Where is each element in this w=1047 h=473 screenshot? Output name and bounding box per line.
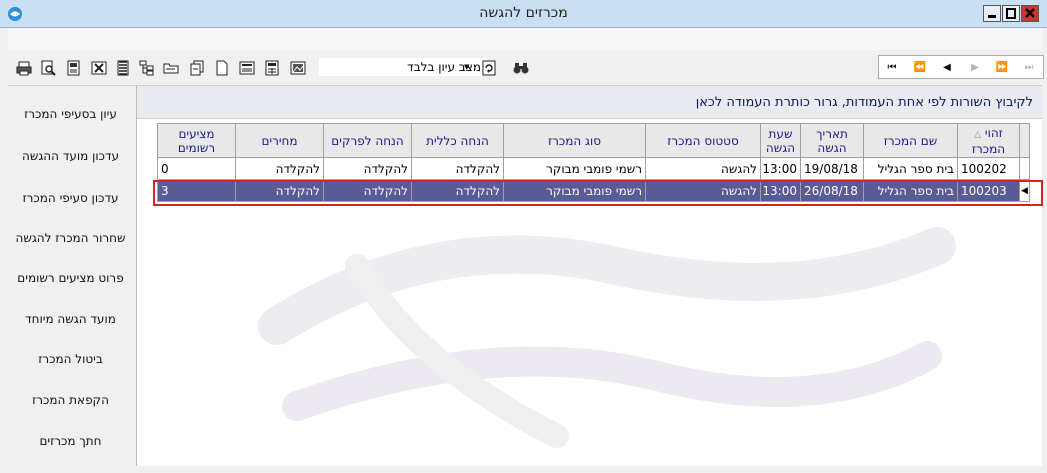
group-by-panel[interactable]: לקיבוץ השורות לפי אחת העמודות, גרור כותר… <box>137 86 1043 119</box>
update-submission-date-button[interactable]: עדכון מועד ההגשה <box>8 136 133 176</box>
row-selector[interactable]: ◀ <box>1019 179 1030 202</box>
title-bar: מכרזים להגשה <box>0 0 1047 28</box>
cell-registered-bidders: 0 <box>157 157 236 180</box>
cell-prices: להקלדה <box>235 157 324 180</box>
cell-submission-date: 26/08/18 <box>800 179 864 202</box>
refresh-icon[interactable] <box>481 60 497 76</box>
columns-icon[interactable] <box>115 60 131 76</box>
cell-tender-id: 100203 <box>957 179 1020 202</box>
column-header-prices[interactable]: מחירים <box>235 123 324 158</box>
window-title: מכרזים להגשה <box>479 5 568 21</box>
tenders-table: זהוי △ המכרז שם המכרז תאריך הגשה שעת הגשה ס… <box>157 123 1030 202</box>
column-header-tender-status[interactable]: סטטוס המכרז <box>645 123 761 158</box>
cell-registered-bidders: 3 <box>157 179 236 202</box>
column-header-tender-name[interactable]: שם המכרז <box>863 123 958 158</box>
action-sidebar: עיון בסעיפי המכרז עדכון מועד ההגשה עדכון… <box>8 86 135 466</box>
record-navigator: ⏮ ⏪ ◀ ▶ ⏩ ⏭ <box>878 55 1044 79</box>
cell-submission-time: 13:00 <box>760 179 801 202</box>
column-header-tender-id[interactable]: זהוי △ המכרז <box>957 123 1020 158</box>
cell-tender-name: בית ספר הגליל <box>863 157 958 180</box>
column-header-chapter-discount[interactable]: הנחה לפרקים <box>323 123 412 158</box>
cell-chapter-discount: להקלדה <box>323 179 412 202</box>
new-document-icon[interactable] <box>214 60 230 76</box>
maximize-button[interactable] <box>1002 5 1020 22</box>
excel-icon[interactable] <box>91 60 107 76</box>
cell-tender-status: להגשה <box>645 157 761 180</box>
cell-tender-type: רשמי פומבי מבוקר <box>503 179 646 202</box>
tree-icon[interactable] <box>139 60 155 76</box>
tender-cut-button[interactable]: חתך מכרזים <box>8 421 133 461</box>
update-tender-items-button[interactable]: עדכון סעיפי המכרז <box>8 178 133 218</box>
first-record-icon[interactable]: ⏮ <box>882 59 902 76</box>
table-header-row: זהוי △ המכרז שם המכרז תאריך הגשה שעת הגשה ס… <box>157 123 1030 158</box>
column-header-tender-type[interactable]: סוג המכרז <box>503 123 646 158</box>
toolbar: מצב עיון בלבד ▼ ⏮ ⏪ ◀ ▶ ⏩ ⏭ <box>8 50 1044 86</box>
cell-tender-id: 100202 <box>957 157 1020 180</box>
registered-bidders-button[interactable]: פרוט מציעים רשומים <box>8 258 133 298</box>
print-preview-icon[interactable] <box>40 60 56 76</box>
image-icon[interactable] <box>290 60 306 76</box>
menu-bar <box>8 28 1042 50</box>
cell-submission-date: 19/08/18 <box>800 157 864 180</box>
previous-page-icon[interactable]: ⏪ <box>910 59 930 76</box>
group-by-hint: לקיבוץ השורות לפי אחת העמודות, גרור כותר… <box>695 95 1033 110</box>
column-header-registered-bidders[interactable]: מציעים רשומים <box>157 123 236 158</box>
column-header-general-discount[interactable]: הנחה כללית <box>411 123 504 158</box>
cell-prices: להקלדה <box>235 179 324 202</box>
chevron-down-icon[interactable]: ▼ <box>464 63 469 71</box>
copy-icon[interactable] <box>189 60 205 76</box>
cell-general-discount: להקלדה <box>411 179 504 202</box>
cell-chapter-discount: להקלדה <box>323 157 412 180</box>
folder-icon[interactable] <box>163 60 179 76</box>
cell-general-discount: להקלדה <box>411 157 504 180</box>
browse-tender-items-button[interactable]: עיון בסעיפי המכרז <box>8 94 133 134</box>
previous-record-icon[interactable]: ◀ <box>937 59 957 76</box>
cell-tender-status: להגשה <box>645 179 761 202</box>
calculator-icon[interactable] <box>264 60 280 76</box>
binoculars-icon[interactable] <box>513 60 529 76</box>
row-selector-header <box>1019 123 1030 158</box>
table-row[interactable]: 100202 בית ספר הגליל 19/08/18 13:00 להגש… <box>157 157 1030 180</box>
background-logo-icon <box>258 227 956 448</box>
release-tender-button[interactable]: שחרור המכרז להגשה <box>8 218 133 258</box>
freeze-tender-button[interactable]: הקפאת המכרז <box>8 380 133 420</box>
minimize-button[interactable] <box>983 5 1001 22</box>
cell-tender-name: בית ספר הגליל <box>863 179 958 202</box>
cell-submission-time: 13:00 <box>760 157 801 180</box>
form-icon[interactable] <box>239 60 255 76</box>
row-selector[interactable] <box>1019 157 1030 180</box>
table-row[interactable]: ◀ 100203 בית ספר הגליל 26/08/18 13:00 לה… <box>157 179 1030 202</box>
close-button[interactable] <box>1021 5 1039 22</box>
next-record-icon[interactable]: ▶ <box>965 59 985 76</box>
grid-area: לקיבוץ השורות לפי אחת העמודות, גרור כותר… <box>136 86 1043 466</box>
column-header-submission-date[interactable]: תאריך הגשה <box>800 123 864 158</box>
print-icon[interactable] <box>16 60 32 76</box>
last-record-icon[interactable]: ⏭ <box>1019 59 1039 76</box>
cancel-tender-button[interactable]: ביטול המכרז <box>8 339 133 379</box>
next-page-icon[interactable]: ⏩ <box>992 59 1012 76</box>
special-submission-date-button[interactable]: מועד הגשה מיוחד <box>8 299 133 339</box>
export-icon[interactable] <box>66 60 82 76</box>
cell-tender-type: רשמי פומבי מבוקר <box>503 157 646 180</box>
column-header-submission-time[interactable]: שעת הגשה <box>760 123 801 158</box>
view-mode-select[interactable]: מצב עיון בלבד <box>318 57 488 77</box>
